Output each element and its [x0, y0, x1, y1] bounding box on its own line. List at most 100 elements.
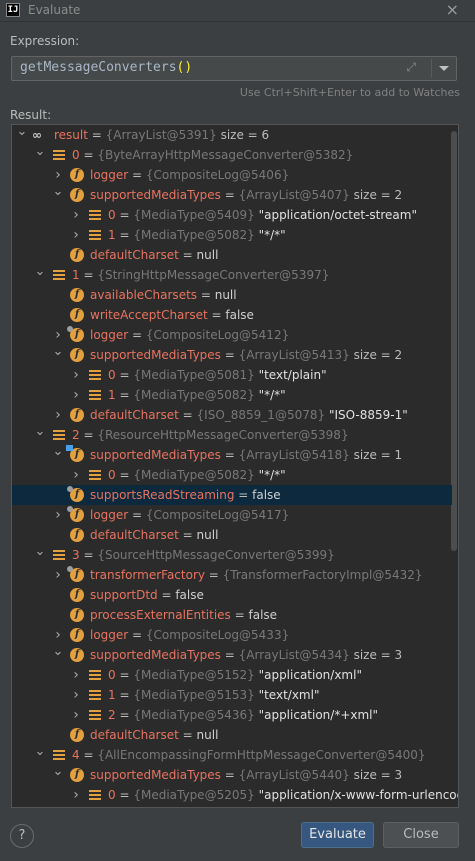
tree-row[interactable]: ⌄ f supportedMediaTypes = {ArrayList@5407}…: [12, 185, 452, 205]
tree-row[interactable]: f defaultCharset = null: [12, 525, 452, 545]
variable-name: writeAcceptCharset: [90, 308, 208, 322]
expand-chevron-icon[interactable]: ›: [70, 385, 82, 405]
tree-row[interactable]: f defaultCharset = null: [12, 725, 452, 745]
object-reference: {CompositeLog@5433}: [145, 628, 290, 642]
array-element-icon: [88, 688, 102, 702]
collection-size: size = 2: [353, 188, 403, 202]
expand-chevron-icon[interactable]: ›: [70, 705, 82, 725]
result-tree[interactable]: ⌄ ∞ result = {ArrayList@5391} size = 6 ⌄ 0 =…: [11, 124, 459, 808]
expression-input[interactable]: getMessageConverters(): [20, 60, 192, 75]
tree-row-text: 0 = {MediaType@5205} "application/x-www-…: [108, 785, 458, 805]
collapse-chevron-icon[interactable]: ⌄: [16, 125, 28, 145]
collapse-chevron-icon[interactable]: ⌄: [34, 425, 46, 445]
tree-row[interactable]: ⌄ 3 = {SourceHttpMessageConverter@5399}: [12, 545, 452, 565]
tree-row-text: defaultCharset = null: [90, 528, 219, 542]
tree-row[interactable]: › 1 = {MediaType@5153} "text/xml": [12, 685, 452, 705]
expand-chevron-icon[interactable]: ›: [70, 205, 82, 225]
variable-name: 2: [72, 428, 80, 442]
array-element-icon: [52, 748, 66, 762]
collapse-chevron-icon[interactable]: ⌄: [52, 185, 64, 205]
tree-row-text: 0 = {MediaType@5081} "text/plain": [108, 368, 327, 382]
tree-row[interactable]: › 2 = {MediaType@5436} "application/*+xml…: [12, 705, 452, 725]
variable-name: defaultCharset: [90, 248, 179, 262]
help-button[interactable]: ?: [10, 824, 34, 848]
tree-row[interactable]: › f logger = {CompositeLog@5406}: [12, 165, 452, 185]
dropdown-divider: [431, 59, 432, 78]
collapse-chevron-icon[interactable]: ⌄: [34, 745, 46, 765]
tree-row[interactable]: ⌄ 1 = {StringHttpMessageConverter@5397}: [12, 265, 452, 285]
object-reference: {ArrayList@5407}: [238, 188, 350, 202]
tree-row[interactable]: › 0 = {MediaType@5082} "*/*": [12, 465, 452, 485]
tree-row[interactable]: › f defaultCharset = {ISO_8859_1@5078} "IS…: [12, 405, 452, 425]
collapse-chevron-icon[interactable]: ⌄: [34, 145, 46, 165]
tree-row[interactable]: ⌄ ∞ result = {ArrayList@5391} size = 6: [12, 125, 452, 145]
expand-chevron-icon[interactable]: ›: [52, 325, 64, 345]
variable-value: "*/*": [258, 388, 286, 402]
expand-chevron-icon[interactable]: ›: [70, 365, 82, 385]
tree-row[interactable]: ⌄ f supportedMediaTypes = {ArrayList@5413}…: [12, 345, 452, 365]
collapse-chevron-icon[interactable]: ⌄: [52, 345, 64, 365]
object-reference: {TransformerFactoryImpl@5432}: [222, 568, 423, 582]
object-reference: {MediaType@5436}: [133, 708, 255, 722]
tree-row-text: supportDtd = false: [90, 588, 204, 602]
tree-row[interactable]: ⌄ f supportedMediaTypes = {ArrayList@5440}…: [12, 765, 452, 785]
tree-row[interactable]: › 0 = {MediaType@5205} "application/x-www…: [12, 785, 458, 805]
tree-row[interactable]: ⌄ f supportedMediaTypes = {ArrayList@5434}…: [12, 645, 452, 665]
tree-row[interactable]: › 0 = {MediaType@5409} "application/octet…: [12, 205, 452, 225]
tree-row[interactable]: ⌄ f supportedMediaTypes = {ArrayList@5418}…: [12, 445, 452, 465]
tree-row[interactable]: › f logger = {CompositeLog@5433}: [12, 625, 452, 645]
tree-row[interactable]: f availableCharsets = null: [12, 285, 452, 305]
tree-row[interactable]: f supportDtd = false: [12, 585, 452, 605]
expand-chevron-icon[interactable]: ›: [70, 685, 82, 705]
expand-chevron-icon[interactable]: ›: [70, 785, 82, 805]
history-dropdown-icon[interactable]: [439, 66, 449, 71]
tree-row-text: defaultCharset = {ISO_8859_1@5078} "ISO-…: [90, 408, 408, 422]
expand-chevron-icon[interactable]: ›: [70, 225, 82, 245]
tree-row-text: 3 = {SourceHttpMessageConverter@5399}: [72, 548, 335, 562]
expand-chevron-icon[interactable]: ›: [52, 505, 64, 525]
tree-row[interactable]: › f logger = {CompositeLog@5412}: [12, 325, 452, 345]
tree-row[interactable]: › 1 = {MediaType@5082} "*/*": [12, 385, 452, 405]
close-window-icon[interactable]: ×: [446, 0, 459, 19]
tree-row[interactable]: f writeAcceptCharset = false: [12, 305, 452, 325]
expand-chevron-icon[interactable]: ›: [52, 625, 64, 645]
tree-row[interactable]: f supportsReadStreaming = false: [12, 485, 452, 505]
close-button[interactable]: Close: [383, 822, 459, 848]
object-reference: {ArrayList@5440}: [238, 768, 350, 782]
tree-row[interactable]: › 1 = {MediaType@5082} "*/*": [12, 225, 452, 245]
final-field-icon: f: [67, 326, 84, 342]
tree-row[interactable]: › 0 = {MediaType@5152} "application/xml": [12, 665, 452, 685]
expand-chevron-icon[interactable]: ›: [70, 665, 82, 685]
expand-editor-icon[interactable]: ⤢: [406, 60, 416, 75]
tree-row-text: 2 = {MediaType@5436} "application/*+xml": [108, 708, 379, 722]
collapse-chevron-icon[interactable]: ⌄: [52, 645, 64, 665]
variable-name: supportedMediaTypes: [90, 448, 221, 462]
expression-field[interactable]: getMessageConverters() ⤢: [11, 56, 457, 81]
expand-chevron-icon[interactable]: ›: [70, 465, 82, 485]
expand-chevron-icon[interactable]: ›: [52, 565, 64, 585]
field-icon: f: [70, 308, 84, 322]
tree-row[interactable]: ⌄ 4 = {AllEncompassingFormHttpMessageConv…: [12, 745, 452, 765]
evaluate-button[interactable]: Evaluate: [301, 822, 374, 848]
collapse-chevron-icon[interactable]: ⌄: [34, 545, 46, 565]
expand-chevron-icon[interactable]: ›: [52, 405, 64, 425]
tree-row-text: logger = {CompositeLog@5417}: [90, 508, 290, 522]
variable-name: 0: [72, 148, 80, 162]
array-element-icon: [88, 388, 102, 402]
tree-row[interactable]: ⌄ 0 = {ByteArrayHttpMessageConverter@5382…: [12, 145, 452, 165]
tree-row[interactable]: ⌄ 2 = {ResourceHttpMessageConverter@5398}: [12, 425, 452, 445]
final-field-icon: f: [67, 566, 84, 582]
tree-row[interactable]: › f transformerFactory = {TransformerFacto…: [12, 565, 452, 585]
variable-value: "ISO-8859-1": [328, 408, 408, 422]
collapse-chevron-icon[interactable]: ⌄: [34, 265, 46, 285]
object-reference: {ISO_8859_1@5078}: [196, 408, 326, 422]
collapse-chevron-icon[interactable]: ⌄: [52, 765, 64, 785]
tree-row[interactable]: › 0 = {MediaType@5081} "text/plain": [12, 365, 452, 385]
field-icon: f: [70, 288, 84, 302]
collapse-chevron-icon[interactable]: ⌄: [52, 445, 64, 465]
variable-name: supportedMediaTypes: [90, 768, 221, 782]
tree-row[interactable]: › f logger = {CompositeLog@5417}: [12, 505, 452, 525]
tree-row[interactable]: f defaultCharset = null: [12, 245, 452, 265]
expand-chevron-icon[interactable]: ›: [52, 165, 64, 185]
tree-row[interactable]: f processExternalEntities = false: [12, 605, 452, 625]
